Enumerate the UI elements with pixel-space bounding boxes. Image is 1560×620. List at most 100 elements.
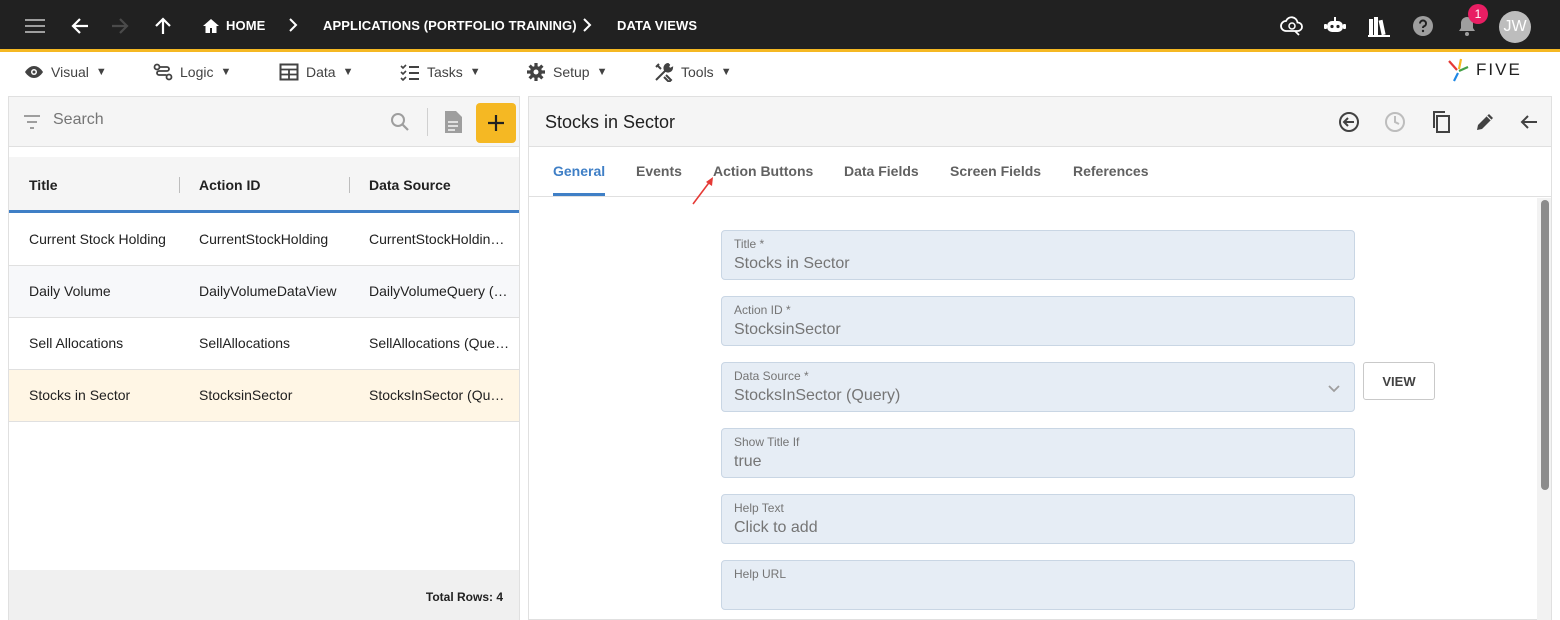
table-row[interactable]: Daily Volume DailyVolumeDataView DailyVo… (9, 266, 519, 318)
tab-general[interactable]: General (553, 163, 605, 179)
tab-action-buttons[interactable]: Action Buttons (713, 163, 813, 179)
breadcrumb-data-views[interactable]: DATA VIEWS (617, 18, 697, 33)
five-logo: FIVE (1446, 57, 1538, 83)
forward-arrow-icon[interactable] (107, 13, 133, 39)
caret-down-icon: ▼ (720, 66, 732, 78)
cloud-sync-icon[interactable] (1279, 13, 1305, 39)
help-url-field-label: Help URL (734, 567, 787, 581)
table-icon (279, 63, 299, 81)
search-bar (9, 97, 519, 147)
chevron-down-icon[interactable] (1326, 380, 1342, 396)
table-row[interactable]: Sell Allocations SellAllocations SellAll… (9, 318, 519, 370)
annotation-arrow-icon (692, 177, 713, 205)
tab-events[interactable]: Events (636, 163, 682, 179)
total-rows: Total Rows: 4 (425, 590, 503, 604)
breadcrumb-home[interactable]: HOME (226, 18, 265, 33)
table-row-selected[interactable]: Stocks in Sector StocksinSector StocksIn… (9, 370, 519, 422)
cell-action-id: SellAllocations (199, 335, 291, 351)
logo-text: FIVE (1476, 60, 1522, 79)
cell-action-id: DailyVolumeDataView (199, 283, 337, 299)
copy-icon[interactable] (1429, 110, 1453, 134)
chatbot-icon[interactable] (1322, 13, 1348, 39)
page-title: Stocks in Sector (545, 112, 676, 132)
back-arrow-icon[interactable] (1517, 110, 1541, 134)
notification-badge: 1 (1468, 4, 1488, 24)
help-url-field[interactable]: Help URL (721, 560, 1355, 610)
tab-data-fields[interactable]: Data Fields (844, 163, 919, 179)
help-text-field[interactable]: Help Text Click to add (721, 494, 1355, 544)
chevron-right-icon (289, 18, 298, 32)
toolbar-divider (427, 108, 428, 136)
caret-down-icon: ▼ (342, 66, 354, 78)
list-panel: Title Action ID Data Source Current Stoc… (8, 96, 520, 620)
show-title-if-field-value: true (734, 453, 762, 470)
tab-screen-fields[interactable]: Screen Fields (950, 163, 1041, 179)
view-button[interactable]: VIEW (1363, 362, 1435, 400)
help-icon[interactable] (1410, 13, 1436, 39)
top-bar: HOME APPLICATIONS (PORTFOLIO TRAINING) D… (0, 0, 1560, 52)
filter-icon[interactable] (23, 114, 41, 130)
avatar[interactable]: JW (1499, 11, 1531, 43)
table-row[interactable]: Current Stock Holding CurrentStockHoldin… (9, 214, 519, 266)
menu-icon[interactable] (22, 13, 48, 39)
library-icon[interactable] (1366, 13, 1392, 39)
clock-icon[interactable] (1383, 110, 1407, 134)
show-title-if-field[interactable]: Show Title If true (721, 428, 1355, 478)
cell-action-id: StocksinSector (199, 387, 293, 403)
up-arrow-icon[interactable] (150, 13, 176, 39)
column-header-title[interactable]: Title (29, 177, 58, 193)
column-divider[interactable] (349, 177, 350, 193)
search-input[interactable] (53, 111, 353, 129)
document-icon[interactable] (443, 110, 463, 134)
menu-tasks-label: Tasks (427, 64, 463, 80)
cell-data-source: DailyVolumeQuery (Query) (369, 283, 511, 299)
menu-tools-label: Tools (681, 64, 714, 80)
help-text-field-label: Help Text (734, 501, 784, 515)
help-text-field-value: Click to add (734, 519, 818, 536)
title-field-value: Stocks in Sector (734, 255, 850, 272)
column-header-data-source[interactable]: Data Source (369, 177, 451, 193)
column-divider[interactable] (179, 177, 180, 193)
grid-header: Title Action ID Data Source (9, 157, 519, 213)
menu-setup-label: Setup (553, 64, 590, 80)
menu-data-label: Data (306, 64, 336, 80)
menu-bar: Visual ▼ Logic ▼ Data ▼ Tasks ▼ Setup ▼ … (0, 55, 1560, 89)
gear-icon (527, 63, 545, 81)
history-back-icon[interactable] (1337, 110, 1361, 134)
menu-logic-label: Logic (180, 64, 214, 80)
data-source-field-value: StocksInSector (Query) (734, 387, 901, 404)
caret-down-icon: ▼ (95, 66, 107, 78)
menu-logic[interactable]: Logic ▼ (153, 61, 231, 83)
column-header-action-id[interactable]: Action ID (199, 177, 260, 193)
cell-data-source: StocksInSector (Query) (369, 387, 511, 403)
menu-tools[interactable]: Tools ▼ (654, 61, 732, 83)
breadcrumb-applications[interactable]: APPLICATIONS (PORTFOLIO TRAINING) (323, 18, 577, 33)
cell-data-source: SellAllocations (Query) (369, 335, 511, 351)
add-button[interactable] (476, 103, 516, 143)
tab-references[interactable]: References (1073, 163, 1149, 179)
back-arrow-icon[interactable] (67, 13, 93, 39)
cell-title: Daily Volume (29, 283, 111, 299)
menu-setup[interactable]: Setup ▼ (526, 61, 607, 83)
cell-action-id: CurrentStockHolding (199, 231, 329, 247)
cell-title: Current Stock Holding (29, 231, 166, 247)
action-id-field[interactable]: Action ID * StocksinSector (721, 296, 1355, 346)
home-icon[interactable] (198, 13, 224, 39)
caret-down-icon: ▼ (220, 66, 232, 78)
scrollbar-thumb[interactable] (1541, 200, 1549, 490)
data-source-field-label: Data Source * (734, 369, 809, 383)
menu-tasks[interactable]: Tasks ▼ (400, 61, 481, 83)
edit-icon[interactable] (1473, 110, 1497, 134)
tab-bar: General Events Action Buttons Data Field… (529, 147, 1551, 197)
data-source-select[interactable]: Data Source * StocksInSector (Query) (721, 362, 1355, 412)
eye-icon (25, 66, 43, 78)
flow-icon (153, 63, 173, 81)
active-tab-indicator (553, 193, 605, 196)
menu-visual[interactable]: Visual ▼ (24, 61, 107, 83)
cell-data-source: CurrentStockHolding (Query) (369, 231, 511, 247)
grid-footer: Total Rows: 4 (9, 570, 519, 620)
menu-data[interactable]: Data ▼ (279, 61, 353, 83)
search-icon[interactable] (390, 112, 410, 132)
detail-header: Stocks in Sector (529, 97, 1551, 147)
title-field[interactable]: Title * Stocks in Sector (721, 230, 1355, 280)
